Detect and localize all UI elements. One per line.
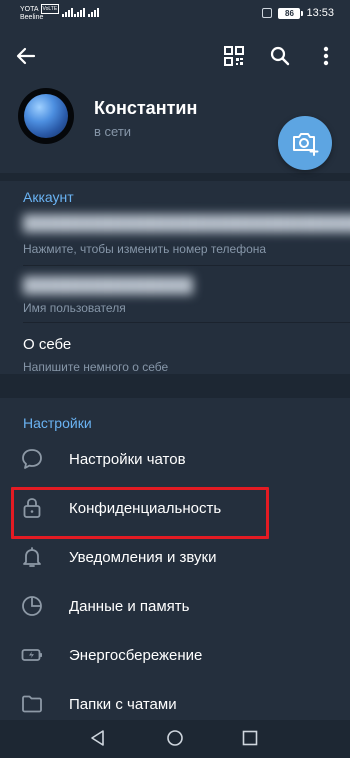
nav-back-icon[interactable] <box>88 728 108 748</box>
nav-recents-icon[interactable] <box>240 728 260 748</box>
status-bar: YOTA VoLTE Beeline 86 13:53 <box>0 0 350 30</box>
settings-item-label: Папки с чатами <box>69 695 177 713</box>
account-section: Аккаунт ████████████████████████████████… <box>0 181 350 374</box>
signal-strength-icon <box>74 8 85 17</box>
battery-icon <box>21 649 42 661</box>
folder-icon <box>22 695 42 713</box>
settings-item-notifications[interactable]: Уведомления и звуки <box>0 533 350 581</box>
settings-item-privacy[interactable]: Конфиденциальность <box>0 484 350 532</box>
nfc-icon <box>262 8 273 18</box>
phone-number-item[interactable]: ████████████████████████████████ Нажмите… <box>0 209 350 265</box>
phone-number-hint: Нажмите, чтобы изменить номер телефона <box>23 242 267 256</box>
camera-add-icon <box>293 133 319 156</box>
lock-icon <box>23 498 41 518</box>
profile-name: Константин <box>94 98 198 118</box>
search-icon <box>270 46 290 66</box>
signal-strength-icon <box>62 8 73 17</box>
more-vertical-icon <box>323 46 329 66</box>
online-status: в сети <box>94 124 132 139</box>
settings-section: Настройки Настройки чатов Конфиденциальн… <box>0 398 350 720</box>
settings-item-data-storage[interactable]: Данные и память <box>0 582 350 630</box>
carrier-info: YOTA VoLTE Beeline <box>20 4 60 22</box>
account-section-title: Аккаунт <box>23 189 74 205</box>
volte-badge: VoLTE <box>40 4 60 14</box>
qr-code-icon <box>224 46 244 66</box>
qr-code-button[interactable] <box>221 43 247 69</box>
back-button[interactable] <box>12 42 40 70</box>
settings-item-label: Данные и память <box>69 597 190 615</box>
settings-item-power-saving[interactable]: Энергосбережение <box>0 631 350 679</box>
arrow-left-icon <box>16 47 36 65</box>
nav-home-icon[interactable] <box>165 728 185 748</box>
settings-item-label: Энергосбережение <box>69 646 203 664</box>
battery-icon: 86 <box>278 7 304 19</box>
wifi-icon <box>88 8 99 17</box>
bio-hint: Напишите немного о себе <box>23 360 169 374</box>
settings-item-chat-settings[interactable]: Настройки чатов <box>0 435 350 483</box>
settings-item-label: Конфиденциальность <box>69 499 222 517</box>
username-item[interactable]: ████████████████ Имя пользователя <box>0 266 350 322</box>
clock: 13:53 <box>306 7 334 19</box>
settings-item-label: Уведомления и звуки <box>69 548 217 566</box>
carrier-yota: YOTA <box>20 6 39 13</box>
settings-section-title: Настройки <box>23 415 92 431</box>
phone-number-value: ████████████████████████████████ <box>23 215 350 232</box>
bell-icon <box>23 547 41 567</box>
search-button[interactable] <box>267 43 293 69</box>
carrier-beeline: Beeline <box>20 14 44 21</box>
bio-item[interactable]: О себе Напишите немного о себе <box>0 323 350 374</box>
set-photo-button[interactable] <box>278 116 332 170</box>
more-button[interactable] <box>316 43 336 69</box>
system-navigation-bar <box>0 720 350 758</box>
settings-item-label: Настройки чатов <box>69 450 186 468</box>
bio-title: О себе <box>23 336 72 353</box>
avatar[interactable] <box>18 88 74 144</box>
avatar-image <box>24 94 68 138</box>
status-right: 86 13:53 <box>262 7 334 19</box>
username-label: Имя пользователя <box>23 301 126 315</box>
pie-chart-icon <box>22 596 42 616</box>
chat-bubble-icon <box>22 449 42 469</box>
username-value: ████████████████ <box>23 277 194 294</box>
